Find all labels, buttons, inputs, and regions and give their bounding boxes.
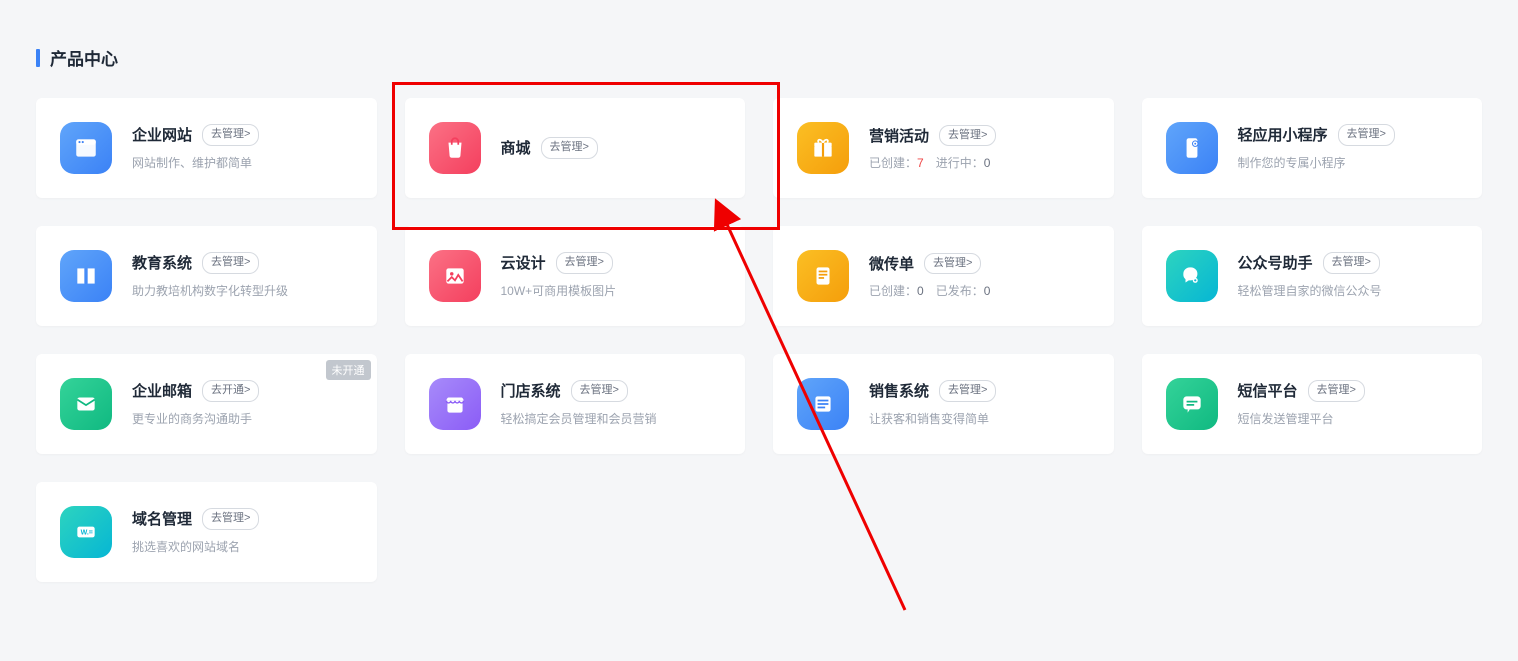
card-enterprise-site[interactable]: 企业网站 去管理> 网站制作、维护都简单 bbox=[36, 98, 377, 198]
stat-label: 已创建： bbox=[869, 284, 917, 298]
card-sms[interactable]: 短信平台 去管理> 短信发送管理平台 bbox=[1142, 354, 1483, 454]
manage-button[interactable]: 去管理> bbox=[202, 124, 259, 145]
manage-button[interactable]: 去管理> bbox=[556, 252, 613, 273]
stat-label: 进行中： bbox=[936, 156, 984, 170]
svg-text:W.=: W.= bbox=[81, 530, 93, 537]
card-desc: 让获客和销售变得简单 bbox=[869, 410, 1090, 428]
card-domain[interactable]: W.= 域名管理 去管理> 挑选喜欢的网站域名 bbox=[36, 482, 377, 582]
chat-bubble-icon bbox=[1166, 250, 1218, 302]
manage-button[interactable]: 去管理> bbox=[1308, 380, 1365, 401]
card-education[interactable]: 教育系统 去管理> 助力教培机构数字化转型升级 bbox=[36, 226, 377, 326]
card-flyer[interactable]: 微传单 去管理> 已创建：0 已发布：0 bbox=[773, 226, 1114, 326]
card-stats: 已创建：0 已发布：0 bbox=[869, 282, 1090, 299]
card-desc: 网站制作、维护都简单 bbox=[132, 154, 353, 172]
card-store[interactable]: 门店系统 去管理> 轻松搞定会员管理和会员营销 bbox=[405, 354, 746, 454]
shopping-bag-icon bbox=[429, 122, 481, 174]
window-icon bbox=[60, 122, 112, 174]
image-icon bbox=[429, 250, 481, 302]
card-title: 公众号助手 bbox=[1238, 252, 1313, 273]
card-sales[interactable]: 销售系统 去管理> 让获客和销售变得简单 bbox=[773, 354, 1114, 454]
document-icon bbox=[797, 250, 849, 302]
product-cards-grid: 企业网站 去管理> 网站制作、维护都简单 商城 去管理> bbox=[36, 98, 1482, 582]
card-desc: 制作您的专属小程序 bbox=[1238, 154, 1459, 172]
title-accent-bar bbox=[36, 49, 40, 67]
card-title: 商城 bbox=[501, 137, 531, 158]
card-desc: 10W+可商用模板图片 bbox=[501, 282, 722, 300]
card-marketing[interactable]: 营销活动 去管理> 已创建：7 进行中：0 bbox=[773, 98, 1114, 198]
card-title: 域名管理 bbox=[132, 508, 192, 529]
message-icon bbox=[1166, 378, 1218, 430]
card-desc: 更专业的商务沟通助手 bbox=[132, 410, 353, 428]
list-icon bbox=[797, 378, 849, 430]
card-wechat[interactable]: 公众号助手 去管理> 轻松管理自家的微信公众号 bbox=[1142, 226, 1483, 326]
gift-icon bbox=[797, 122, 849, 174]
stat-value: 0 bbox=[984, 284, 991, 298]
card-desc: 短信发送管理平台 bbox=[1238, 410, 1459, 428]
card-desc: 轻松管理自家的微信公众号 bbox=[1238, 282, 1459, 300]
domain-icon: W.= bbox=[60, 506, 112, 558]
card-title: 教育系统 bbox=[132, 252, 192, 273]
card-title: 企业邮箱 bbox=[132, 380, 192, 401]
stat-value: 0 bbox=[917, 284, 924, 298]
open-button[interactable]: 去开通> bbox=[202, 380, 259, 401]
storefront-icon bbox=[429, 378, 481, 430]
card-shop[interactable]: 商城 去管理> bbox=[405, 98, 746, 198]
card-mail[interactable]: 未开通 企业邮箱 去开通> 更专业的商务沟通助手 bbox=[36, 354, 377, 454]
stat-value: 7 bbox=[917, 156, 924, 170]
card-stats: 已创建：7 进行中：0 bbox=[869, 154, 1090, 171]
phone-app-icon bbox=[1166, 122, 1218, 174]
manage-button[interactable]: 去管理> bbox=[202, 508, 259, 529]
stat-label: 已创建： bbox=[869, 156, 917, 170]
manage-button[interactable]: 去管理> bbox=[939, 380, 996, 401]
stat-value: 0 bbox=[984, 156, 991, 170]
card-title: 微传单 bbox=[869, 253, 914, 274]
manage-button[interactable]: 去管理> bbox=[202, 252, 259, 273]
manage-button[interactable]: 去管理> bbox=[1338, 124, 1395, 145]
manage-button[interactable]: 去管理> bbox=[1323, 252, 1380, 273]
card-desc: 助力教培机构数字化转型升级 bbox=[132, 282, 353, 300]
stat-label: 已发布： bbox=[936, 284, 984, 298]
card-title: 营销活动 bbox=[869, 125, 929, 146]
card-title: 门店系统 bbox=[501, 380, 561, 401]
card-desc: 轻松搞定会员管理和会员营销 bbox=[501, 410, 722, 428]
manage-button[interactable]: 去管理> bbox=[541, 137, 598, 158]
manage-button[interactable]: 去管理> bbox=[571, 380, 628, 401]
status-badge: 未开通 bbox=[326, 360, 371, 380]
card-desc: 挑选喜欢的网站域名 bbox=[132, 538, 353, 556]
envelope-icon bbox=[60, 378, 112, 430]
card-title: 企业网站 bbox=[132, 124, 192, 145]
section-title: 产品中心 bbox=[50, 45, 118, 70]
book-icon bbox=[60, 250, 112, 302]
card-title: 短信平台 bbox=[1238, 380, 1298, 401]
manage-button[interactable]: 去管理> bbox=[939, 125, 996, 146]
card-design[interactable]: 云设计 去管理> 10W+可商用模板图片 bbox=[405, 226, 746, 326]
card-title: 轻应用小程序 bbox=[1238, 124, 1328, 145]
card-title: 云设计 bbox=[501, 252, 546, 273]
card-title: 销售系统 bbox=[869, 380, 929, 401]
card-miniapp[interactable]: 轻应用小程序 去管理> 制作您的专属小程序 bbox=[1142, 98, 1483, 198]
section-header: 产品中心 bbox=[36, 45, 1482, 70]
manage-button[interactable]: 去管理> bbox=[924, 253, 981, 274]
